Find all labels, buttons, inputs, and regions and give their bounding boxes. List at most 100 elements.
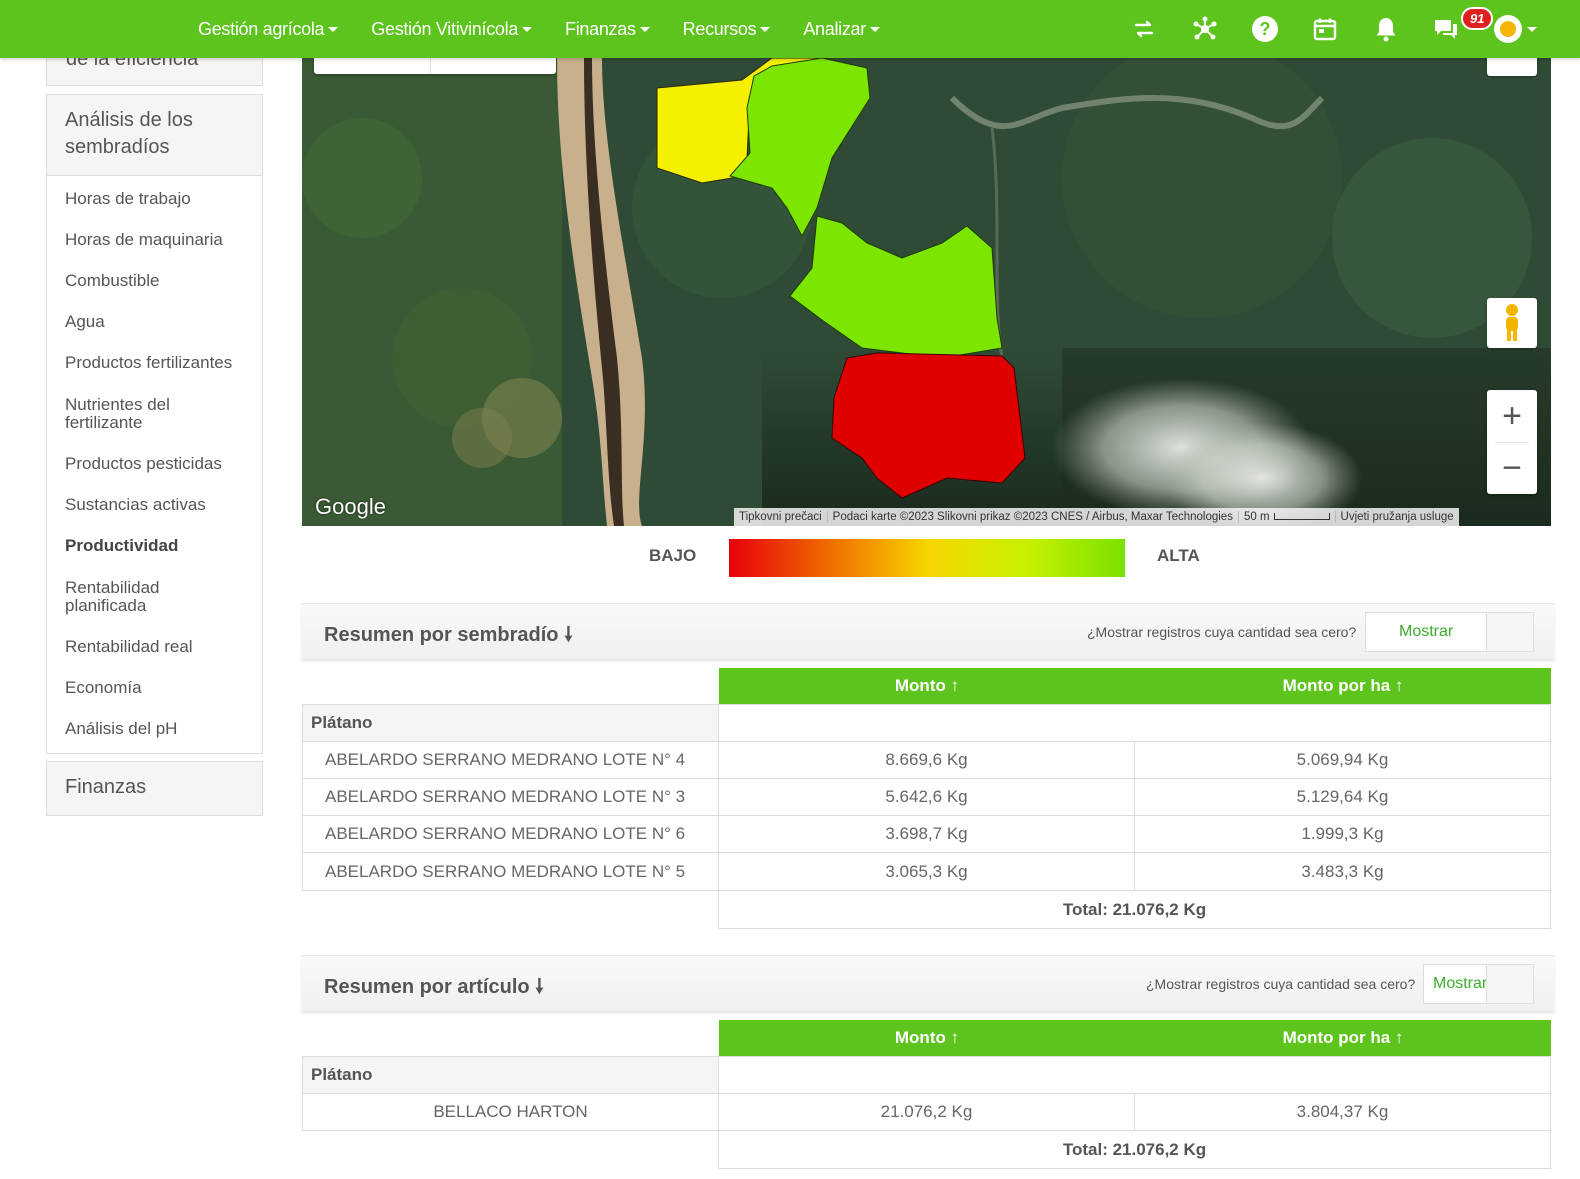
sidebar-item-horas-maquinaria[interactable]: Horas de maquinaria — [65, 231, 223, 249]
caret-down-icon — [522, 27, 533, 33]
avatar[interactable] — [1494, 15, 1522, 43]
chat-icon[interactable] — [1430, 13, 1462, 45]
menu-finanzas[interactable]: Finanzas — [565, 19, 650, 40]
sidebar-section-analisis[interactable]: Análisis de los sembradíos — [46, 94, 263, 176]
section-title-text: Resumen por sembradío — [324, 624, 559, 646]
arrow-down-icon: 🠗 — [564, 624, 573, 646]
terms-link[interactable]: Uvjeti pružanja usluge — [1336, 511, 1459, 523]
section-title[interactable]: Resumen por artículo 🠗 — [324, 972, 544, 1006]
section-header-sembradio: Resumen por sembradío 🠗 ¿Mostrar registr… — [302, 603, 1554, 659]
sidebar-item-productividad[interactable]: Productividad — [65, 537, 178, 555]
legend-high-label: ALTA — [1157, 546, 1200, 565]
menu-label: Finanzas — [565, 18, 636, 39]
column-header-monto[interactable]: Monto ↑ — [719, 1020, 1135, 1056]
column-header-monto[interactable]: Monto ↑ — [719, 668, 1135, 704]
group-row-empty — [718, 1056, 1551, 1094]
menu-label: Gestión Vitivinícola — [371, 18, 519, 39]
caret-down-icon — [869, 27, 880, 33]
table-row-monto: 3.698,7 Kg — [718, 815, 1135, 853]
notifications-badge[interactable]: 91 — [1461, 7, 1494, 30]
user-avatar-icon — [1500, 21, 1516, 37]
zero-records-question: ¿Mostrar registros cuya cantidad sea cer… — [1146, 976, 1416, 992]
map-imagery — [302, 58, 1551, 526]
map-attribution: Tipkovni prečaci Podaci karte ©2023 Slik… — [734, 508, 1459, 526]
group-row-platano: Plátano — [302, 1056, 719, 1094]
top-navbar: Gestión agrícola Gestión Vitivinícola Fi… — [0, 0, 1580, 58]
table-row-name: ABELARDO SERRANO MEDRANO LOTE N° 3 — [302, 778, 719, 816]
toggle-switch[interactable] — [1486, 612, 1534, 652]
caret-down-icon[interactable] — [1527, 27, 1537, 32]
menu-label: Gestión agrícola — [198, 18, 325, 39]
table-row-monto: 8.669,6 Kg — [718, 741, 1135, 779]
table-row-monto: 21.076,2 Kg — [718, 1093, 1135, 1131]
sidebar-item-nutrientes[interactable]: Nutrientes del fertilizante — [65, 396, 215, 432]
help-icon[interactable]: ? — [1249, 13, 1281, 45]
column-header-monto-ha[interactable]: Monto por ha ↑ — [1135, 668, 1551, 704]
table-total: Total: 21.076,2 Kg — [718, 1130, 1551, 1169]
swap-icon[interactable] — [1128, 13, 1160, 45]
table-row-monto-ha: 5.129,64 Kg — [1134, 778, 1551, 816]
section-title[interactable]: Resumen por sembradío 🠗 — [324, 620, 573, 654]
google-logo: Google — [315, 494, 386, 519]
table-total: Total: 21.076,2 Kg — [718, 890, 1551, 929]
menu-analizar[interactable]: Analizar — [803, 19, 880, 40]
table-row-monto: 5.642,6 Kg — [718, 778, 1135, 816]
table-row-monto-ha: 3.483,3 Kg — [1134, 852, 1551, 891]
section-title-text: Resumen por artículo — [324, 976, 530, 998]
show-zero-button[interactable]: Mostrar — [1365, 612, 1487, 652]
sidebar-item-sustancias-activas[interactable]: Sustancias activas — [65, 496, 206, 514]
scale-bar — [1273, 513, 1330, 521]
group-row-empty — [718, 704, 1551, 742]
scale-label: 50 m — [1243, 511, 1270, 523]
section-header-articulo: Resumen por artículo 🠗 ¿Mostrar registro… — [302, 955, 1554, 1011]
table-row-monto: 3.065,3 Kg — [718, 852, 1135, 891]
sidebar-item-rentabilidad-planificada[interactable]: Rentabilidad planificada — [65, 579, 195, 615]
menu-label: Recursos — [682, 18, 757, 39]
zoom-control: + − — [1487, 390, 1537, 494]
map-scale[interactable]: 50 m — [1239, 511, 1336, 523]
table-row-name: BELLACO HARTON — [302, 1093, 719, 1131]
satellite-map[interactable]: + − Google Tipkovni prečaci Podaci karte… — [302, 58, 1551, 526]
table-row-name: ABELARDO SERRANO MEDRANO LOTE N° 4 — [302, 741, 719, 779]
sidebar-item-productos-pesticidas[interactable]: Productos pesticidas — [65, 455, 222, 473]
map-data-credit: Podaci karte ©2023 Slikovni prikaz ©2023… — [828, 511, 1239, 523]
keyboard-shortcuts-link[interactable]: Tipkovni prečaci — [734, 511, 828, 523]
calendar-icon[interactable] — [1309, 13, 1341, 45]
menu-recursos[interactable]: Recursos — [683, 19, 771, 40]
menu-label: Analizar — [803, 18, 866, 39]
toggle-switch[interactable] — [1486, 964, 1534, 1004]
zero-records-question: ¿Mostrar registros cuya cantidad sea cer… — [1087, 624, 1357, 640]
sidebar-item-agua[interactable]: Agua — [65, 313, 105, 331]
sidebar-item-rentabilidad-real[interactable]: Rentabilidad real — [65, 638, 193, 656]
zoom-in-button[interactable]: + — [1487, 390, 1537, 442]
table-row-monto-ha: 3.804,37 Kg — [1134, 1093, 1551, 1131]
sidebar-item-horas-trabajo[interactable]: Horas de trabajo — [65, 190, 191, 208]
bell-icon[interactable] — [1370, 13, 1402, 45]
table-row-name: ABELARDO SERRANO MEDRANO LOTE N° 5 — [302, 852, 719, 891]
fullscreen-button[interactable] — [1487, 58, 1537, 76]
caret-down-icon — [328, 27, 339, 33]
menu-gestion-vitivinicola[interactable]: Gestión Vitivinícola — [371, 18, 533, 40]
legend-low-label: BAJO — [649, 546, 697, 565]
sidebar-item-analisis-ph[interactable]: Análisis del pH — [65, 720, 177, 738]
svg-text:?: ? — [1260, 19, 1271, 39]
caret-down-icon — [639, 27, 650, 33]
sidebar-item-economia[interactable]: Economía — [65, 679, 142, 697]
menu-gestion-agricola[interactable]: Gestión agrícola — [198, 18, 339, 40]
zoom-out-button[interactable]: − — [1487, 442, 1537, 494]
sidebar-submenu: Horas de trabajo Horas de maquinaria Com… — [46, 176, 263, 754]
sidebar-section-finanzas[interactable]: Finanzas — [46, 761, 263, 816]
group-row-platano: Plátano — [302, 704, 719, 742]
map-type-control[interactable] — [314, 58, 556, 74]
show-zero-button[interactable]: Mostrar — [1423, 964, 1487, 1004]
column-header-monto-ha[interactable]: Monto por ha ↑ — [1135, 1020, 1551, 1056]
table-row-name: ABELARDO SERRANO MEDRANO LOTE N° 6 — [302, 815, 719, 853]
sidebar-item-combustible[interactable]: Combustible — [65, 272, 160, 290]
legend-gradient-bar — [729, 539, 1125, 577]
street-view-pegman-icon[interactable] — [1487, 298, 1537, 348]
sidebar-item-productos-fertilizantes[interactable]: Productos fertilizantes — [65, 354, 232, 372]
arrow-down-icon: 🠗 — [535, 976, 544, 998]
caret-down-icon — [760, 27, 771, 33]
table-row-monto-ha: 1.999,3 Kg — [1134, 815, 1551, 853]
network-icon[interactable] — [1189, 13, 1221, 45]
